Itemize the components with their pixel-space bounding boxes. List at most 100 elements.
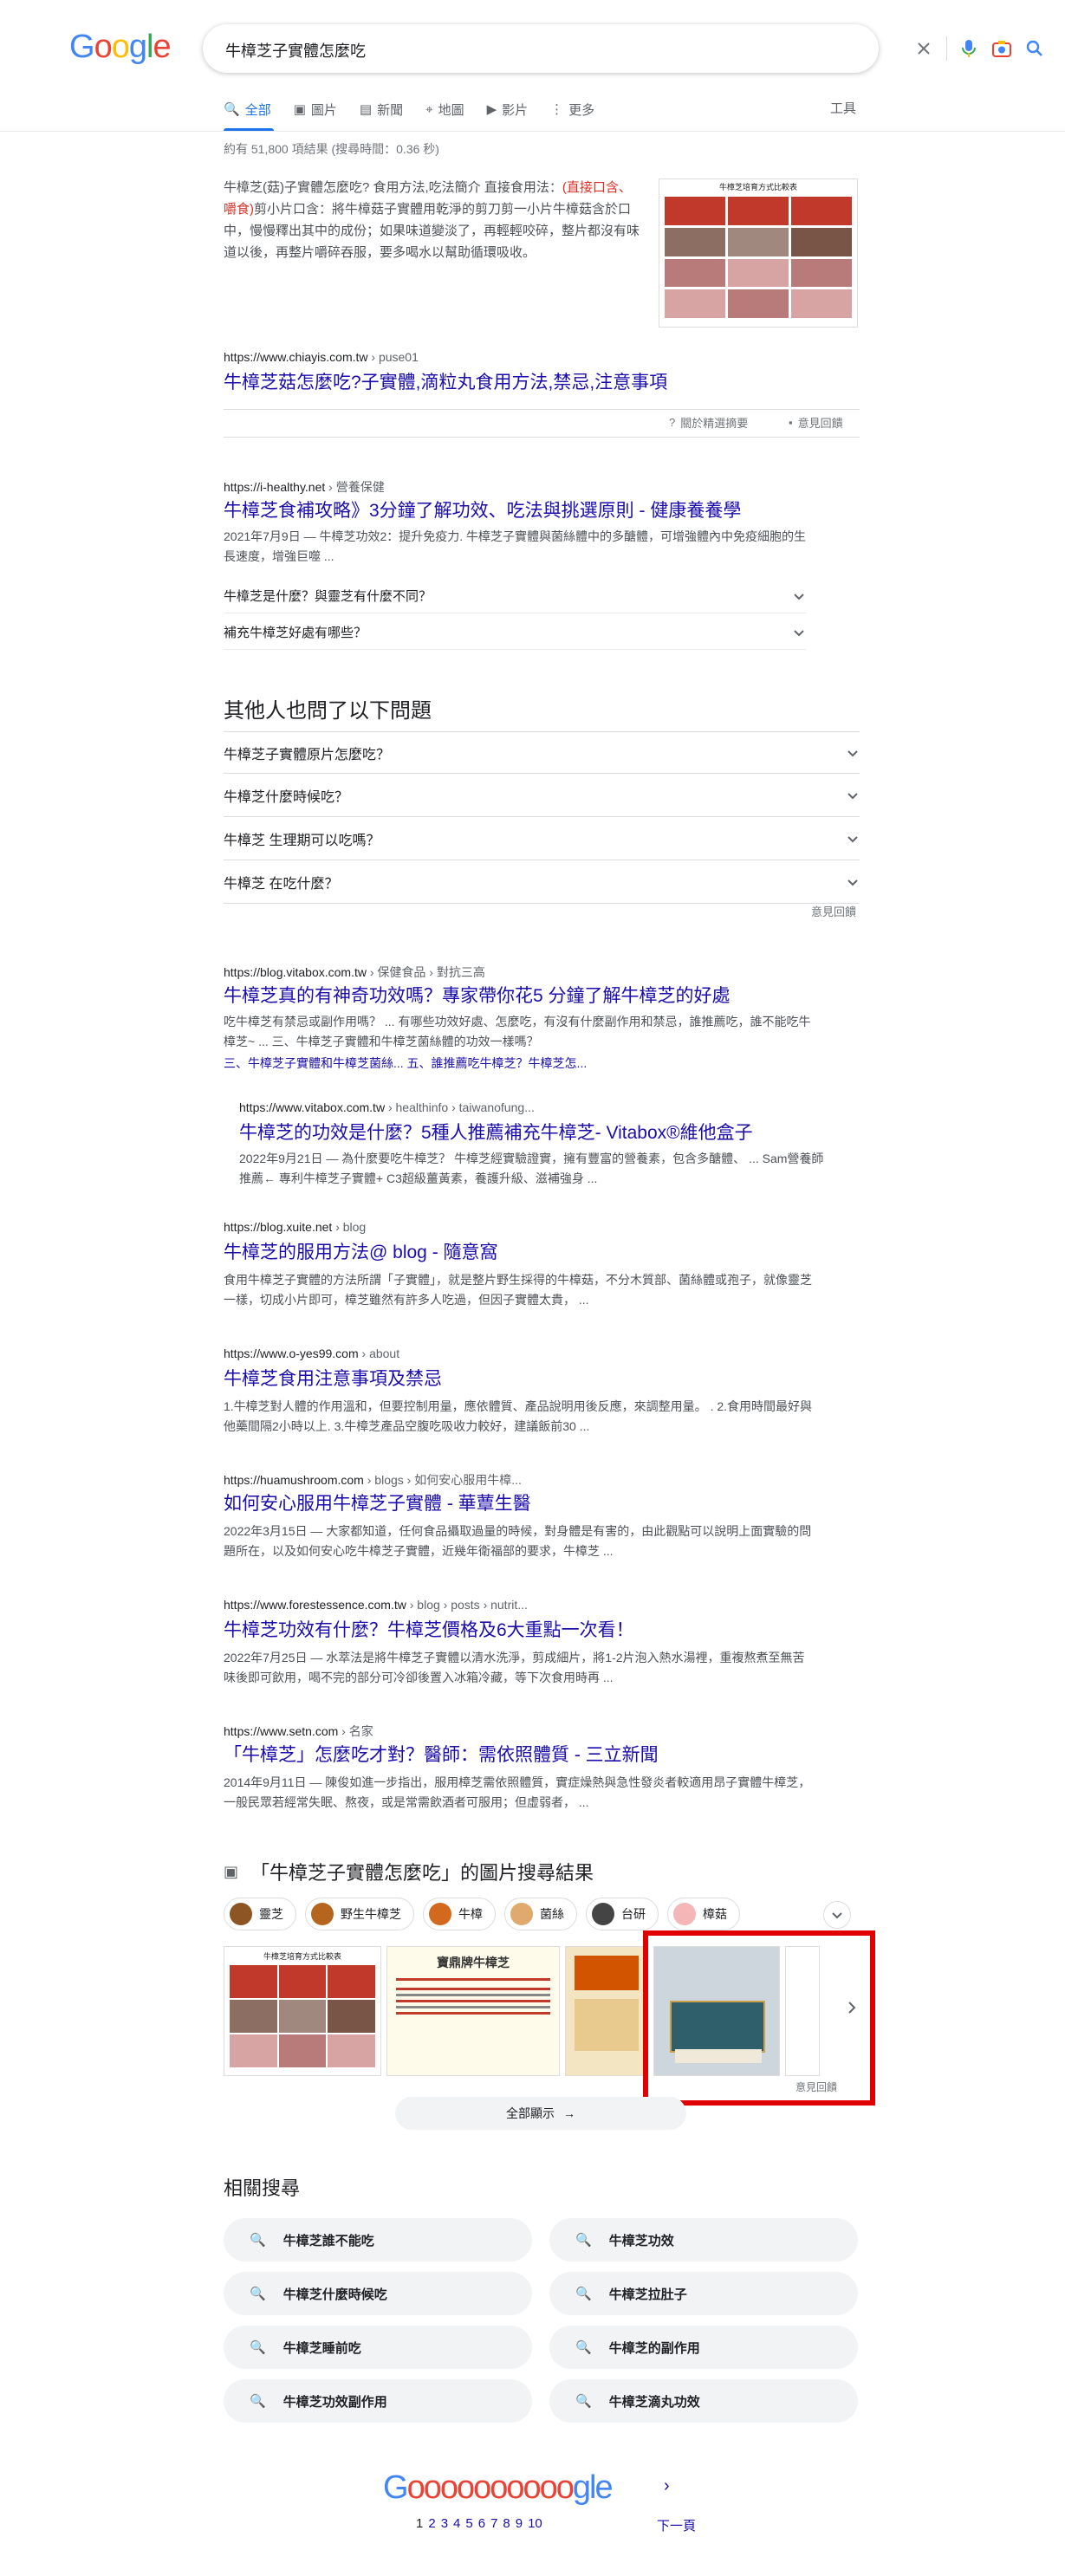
result-title[interactable]: 「牛樟芝」怎麼吃才對？醫師：需依照體質 - 三立新聞 — [224, 1743, 659, 1768]
page-link[interactable]: 5 — [465, 2516, 472, 2531]
image-filter-chips: 靈芝 野生牛樟芝 牛樟 菌絲 台研 樟菇 — [224, 1898, 740, 1930]
page-link[interactable]: 6 — [478, 2516, 485, 2531]
chip[interactable]: 台研 — [586, 1898, 659, 1930]
sub-question[interactable]: 補充牛樟芝好處有哪些？ — [224, 615, 806, 650]
expand-chips-button[interactable] — [823, 1901, 851, 1929]
search-icon: 🔍 — [575, 2340, 592, 2355]
chevron-down-icon — [832, 1912, 842, 1919]
result-title[interactable]: 牛樟芝食用注意事項及禁忌 — [224, 1367, 442, 1392]
page-link[interactable]: 9 — [516, 2516, 523, 2531]
result-url: https://i-healthy.net › 營養保健 — [224, 480, 385, 494]
clear-icon[interactable] — [912, 36, 936, 61]
chevron-down-icon — [847, 749, 858, 756]
tab-videos[interactable]: ▶ 影片 — [487, 97, 529, 121]
highlight-box — [643, 1930, 875, 2106]
pagination: 1 2 3 4 5 6 7 8 9 10 — [416, 2516, 542, 2531]
tab-all[interactable]: 🔍 全部 — [224, 97, 271, 121]
search-icon: 🔍 — [250, 2394, 266, 2409]
tab-images[interactable]: ▣ 圖片 — [294, 97, 337, 121]
image-result[interactable]: 牛樟芝培育方式比較表 — [224, 1946, 381, 2076]
result-url: https://blog.xuite.net › blog — [224, 1220, 367, 1234]
result-title[interactable]: 牛樟芝的服用方法@ blog - 隨意窩 — [224, 1241, 498, 1265]
search-icon: 🔍 — [250, 2233, 266, 2248]
page-link[interactable]: 2 — [428, 2516, 435, 2531]
related-search[interactable]: 🔍 牛樟芝什麼時候吃 — [224, 2272, 532, 2315]
search-header: Google 牛樟芝子實體怎麼吃 🔍 全部 ▣ 圖片 ▤ 新聞 ⌖ 地圖 ▶ 影片 ⋮ 更多… — [0, 0, 1065, 132]
result-title[interactable]: 牛樟芝食補攻略》3分鐘了解功效、吃法與挑選原則 - 健康養養學 — [224, 499, 741, 523]
chip[interactable]: 靈芝 — [224, 1898, 296, 1930]
feedback-link[interactable]: ▪ 意見回饋 — [789, 414, 843, 431]
page-link[interactable]: 8 — [503, 2516, 510, 2531]
result-url: https://www.o-yes99.com › about — [224, 1346, 400, 1360]
paa-heading: 其他人也問了以下問題 — [224, 699, 432, 723]
search-icon[interactable] — [1023, 36, 1047, 61]
search-icon: 🔍 — [250, 2287, 266, 2301]
related-search[interactable]: 🔍 牛樟芝功效副作用 — [224, 2379, 532, 2423]
result-title[interactable]: 牛樟芝真的有神奇功效嗎？專家帶你花5 分鐘了解牛樟芝的好處 — [224, 984, 731, 1009]
chip[interactable]: 樟菇 — [667, 1898, 740, 1930]
featured-image[interactable]: 牛樟芝培育方式比較表 — [659, 178, 858, 328]
page-number: 1 — [416, 2516, 424, 2531]
tools-button[interactable]: 工具 — [830, 99, 856, 117]
search-icon: 🔍 — [250, 2340, 266, 2355]
active-tab-indicator — [224, 128, 274, 131]
result-snippet: 2022年7月25日 — 水萃法是將牛樟芝子實體以清水洗淨，剪成細片，將1-2片… — [224, 1651, 805, 1684]
related-search[interactable]: 🔍 牛樟芝拉肚子 — [549, 2272, 858, 2315]
result-title[interactable]: 如何安心服用牛樟芝子實體 - 華蕈生醫 — [224, 1492, 531, 1516]
related-search[interactable]: 🔍 牛樟芝的副作用 — [549, 2326, 858, 2369]
result-url: https://huamushroom.com › blogs › 如何安心服用… — [224, 1473, 522, 1487]
page-link[interactable]: 7 — [490, 2516, 497, 2531]
related-search[interactable]: 🔍 牛樟芝誰不能吃 — [224, 2218, 532, 2261]
chip[interactable]: 野生牛樟芝 — [305, 1898, 414, 1930]
chevron-down-icon — [847, 879, 858, 886]
featured-image-table — [665, 197, 852, 318]
page-link[interactable]: 4 — [453, 2516, 460, 2531]
feedback-link[interactable]: 意見回饋 — [811, 903, 856, 919]
page-link[interactable]: 10 — [528, 2516, 542, 2531]
tab-news[interactable]: ▤ 新聞 — [360, 97, 403, 121]
result-url: https://blog.vitabox.com.tw › 保健食品 › 對抗三… — [224, 965, 485, 979]
microphone-icon[interactable] — [957, 36, 981, 61]
result-snippet: 2021年7月9日 — 牛樟芝功效2：提升免疫力. 牛樟芝子實體與菌絲體中的多醣… — [224, 529, 807, 563]
result-snippet: 2014年9月11日 — 陳俊如進一步指出，服用樟芝需依照體質，實症燥熱與急性發… — [224, 1775, 811, 1809]
chevron-right-icon[interactable]: › — [664, 2476, 670, 2496]
about-featured-link[interactable]: ? 關於精選摘要 — [669, 414, 748, 431]
chevron-down-icon — [794, 629, 804, 636]
related-search[interactable]: 🔍 牛樟芝功效 — [549, 2218, 858, 2261]
search-box[interactable]: 牛樟芝子實體怎麼吃 — [203, 24, 1042, 73]
sub-question[interactable]: 牛樟芝是什麼？與靈芝有什麼不同？ — [224, 579, 806, 613]
image-result[interactable] — [565, 1946, 648, 2076]
sitelinks[interactable]: 三、牛樟芝子實體和牛樟芝菌絲... 五、誰推薦吃牛樟芝？牛樟芝怎... — [224, 1054, 813, 1074]
paa-question[interactable]: 牛樟芝 生理期可以吃嗎？ — [224, 818, 860, 860]
paa-question[interactable]: 牛樟芝什麼時候吃？ — [224, 775, 860, 817]
featured-snippet-text: 牛樟芝(菇)子實體怎麼吃? 食用方法,吃法簡介 直接食用法：(直接口含、嚼食)剪… — [224, 180, 640, 260]
google-logo[interactable]: Google — [69, 29, 172, 66]
result-title[interactable]: 牛樟芝功效有什麼？牛樟芝價格及6大重點一次看！ — [224, 1619, 634, 1643]
result-stats: 約有 51,800 項結果 (搜尋時間：0.36 秒) — [224, 142, 439, 156]
chevron-down-icon — [847, 793, 858, 800]
camera-lens-icon[interactable] — [990, 36, 1014, 61]
result-title[interactable]: 牛樟芝的功效是什麼？5種人推薦補充牛樟芝- Vitabox®維他盒子 — [239, 1121, 753, 1145]
chip[interactable]: 牛樟 — [423, 1898, 496, 1930]
paa-question[interactable]: 牛樟芝 在吃什麼？ — [224, 861, 860, 904]
show-all-button[interactable]: 全部顯示 → — [395, 2097, 686, 2130]
featured-result-title[interactable]: 牛樟芝菇怎麼吃?子實體,滴粒丸食用方法,禁忌,注意事項 — [224, 371, 667, 395]
related-search[interactable]: 🔍 牛樟芝睡前吃 — [224, 2326, 532, 2369]
result-url: https://www.setn.com › 名家 — [224, 1724, 373, 1738]
page-link[interactable]: 3 — [441, 2516, 448, 2531]
result-url: https://www.vitabox.com.tw › healthinfo … — [239, 1100, 535, 1114]
search-input[interactable]: 牛樟芝子實體怎麼吃 — [225, 39, 366, 62]
image-result[interactable]: 寶鼎牌牛樟芝 — [386, 1946, 560, 2076]
result-snippet: 2022年9月21日 — 為什麼要吃牛樟芝？ 牛樟芝經實驗證實，擁有豐富的營養素… — [239, 1152, 824, 1185]
paa-question[interactable]: 牛樟芝子實體原片怎麼吃？ — [224, 731, 860, 774]
tab-more[interactable]: ⋮ 更多 — [550, 97, 594, 121]
result-snippet: 1.牛樟芝對人體的作用溫和，但要控制用量，應依體質、產品說明用後反應，來調整用量… — [224, 1399, 813, 1433]
image-results-heading: ▣ 「牛樟芝子實體怎麼吃」的圖片搜尋結果 — [224, 1862, 594, 1884]
result-url: https://www.forestessence.com.tw › blog … — [224, 1598, 528, 1612]
arrow-right-icon: → — [563, 2106, 575, 2120]
tab-maps[interactable]: ⌖ 地圖 — [425, 97, 464, 121]
related-search[interactable]: 🔍 牛樟芝滴丸功效 — [549, 2379, 858, 2423]
help-icon: ? — [669, 416, 676, 429]
chip[interactable]: 菌絲 — [504, 1898, 577, 1930]
next-page-link[interactable]: 下一頁 — [657, 2516, 696, 2534]
